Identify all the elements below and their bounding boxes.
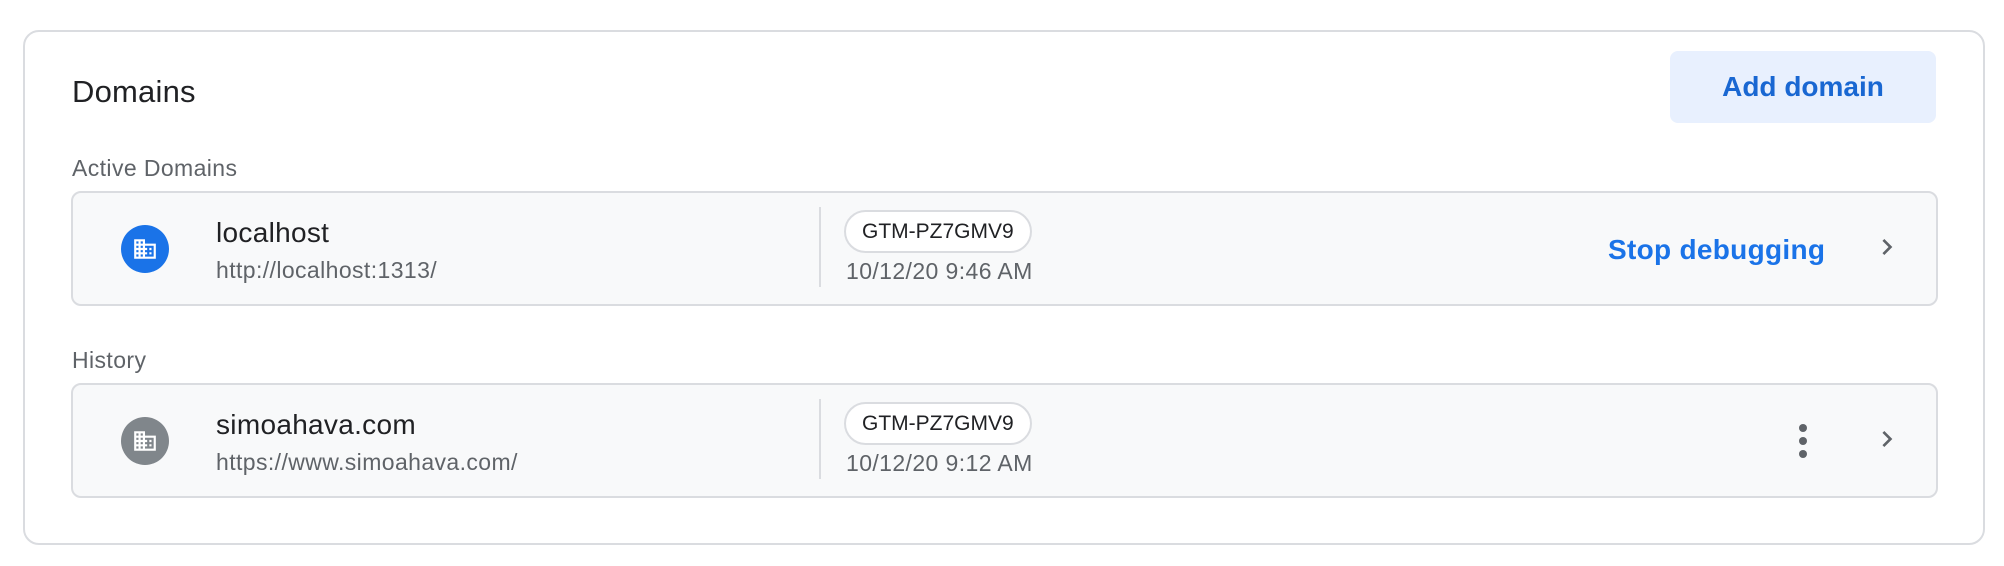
session-timestamp: 10/12/20 9:46 AM bbox=[846, 258, 1033, 284]
active-domains-label: Active Domains bbox=[72, 155, 238, 181]
card-title: Domains bbox=[72, 74, 196, 109]
history-label: History bbox=[72, 347, 147, 373]
stop-debugging-button[interactable]: Stop debugging bbox=[1608, 233, 1825, 267]
row-divider bbox=[819, 399, 821, 479]
domain-url: http://localhost:1313/ bbox=[216, 257, 438, 283]
session-timestamp: 10/12/20 9:12 AM bbox=[846, 450, 1033, 476]
row-divider bbox=[819, 207, 821, 287]
domains-card: Domains Add domain Active Domains localh… bbox=[23, 30, 1985, 545]
building-glyph bbox=[134, 431, 156, 451]
active-domain-row[interactable]: localhost http://localhost:1313/ GTM-PZ7… bbox=[71, 191, 1938, 306]
container-id-chip: GTM-PZ7GMV9 bbox=[844, 402, 1032, 445]
building-glyph bbox=[134, 239, 156, 259]
building-icon bbox=[121, 417, 169, 465]
building-icon bbox=[121, 225, 169, 273]
container-id-chip: GTM-PZ7GMV9 bbox=[844, 210, 1032, 253]
chevron-right-icon[interactable] bbox=[1871, 423, 1903, 455]
history-domain-row[interactable]: simoahava.com https://www.simoahava.com/… bbox=[71, 383, 1938, 498]
domain-name: localhost bbox=[216, 217, 330, 248]
add-domain-button[interactable]: Add domain bbox=[1670, 51, 1936, 123]
more-vert-icon[interactable] bbox=[1793, 421, 1813, 461]
domain-name: simoahava.com bbox=[216, 409, 416, 440]
domain-url: https://www.simoahava.com/ bbox=[216, 449, 518, 475]
chevron-right-icon[interactable] bbox=[1871, 231, 1903, 263]
